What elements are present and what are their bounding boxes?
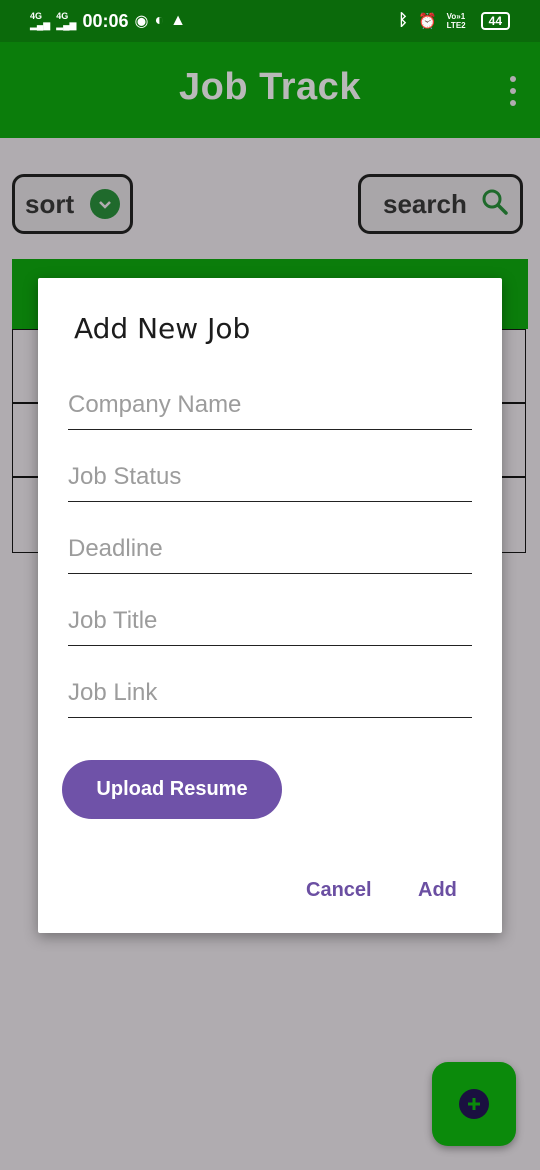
add-button[interactable]: Add [412,878,463,903]
signal-2: 4G ▂▄▆ [56,12,76,30]
job-link-field [68,669,472,718]
job-status-input[interactable] [68,453,472,501]
volte-indicator: Vo»1 LTE2 [446,12,466,30]
job-title-field [68,597,472,646]
add-job-dialog: Add New Job Upload Resume Cancel Add [38,278,502,933]
sort-button[interactable]: sort [12,174,133,234]
search-icon [481,188,509,221]
cancel-button[interactable]: Cancel [300,878,378,903]
search-label: search [383,188,467,219]
upload-resume-button[interactable]: Upload Resume [62,760,282,819]
app-title: Job Track [179,66,361,108]
status-right: ᛒ ⏰ Vo»1 LTE2 44 [398,10,510,32]
signal-bars-icon: ▂▄▆ [30,20,51,30]
more-vert-icon[interactable] [508,76,518,106]
app-bar: Job Track [0,42,540,138]
bluetooth-icon: ᛒ [398,12,408,29]
chevron-down-icon [90,189,121,219]
status-left: 4G ▂▄▆ 4G ▂▄▆ 00:06 ◉ ◐ ▲ [30,10,186,32]
sort-label: sort [25,188,75,219]
warning-icon: ▲ [170,12,186,29]
battery-icon: 44 [480,12,510,30]
whatsapp-icon: ◉ [134,13,149,30]
add-circle-icon [459,1089,489,1119]
search-button[interactable]: search [358,174,523,234]
job-status-field [68,453,472,502]
company-name-field [68,381,472,430]
dialog-title: Add New Job [74,312,251,345]
signal-bars-icon: ▂▄▆ [56,20,77,30]
company-name-input[interactable] [68,381,472,429]
deadline-field [68,525,472,574]
add-job-fab[interactable] [432,1062,516,1146]
job-link-input[interactable] [68,669,472,717]
job-title-input[interactable] [68,597,472,645]
deadline-input[interactable] [68,525,472,573]
clock: 00:06 [82,10,129,31]
signal-1: 4G ▂▄▆ [30,12,50,30]
status-bar: 4G ▂▄▆ 4G ▂▄▆ 00:06 ◉ ◐ ▲ ᛒ ⏰ Vo»1 LTE2 44 [0,0,540,42]
alarm-icon: ⏰ [417,13,437,30]
leaf-icon: ◐ [154,12,165,29]
